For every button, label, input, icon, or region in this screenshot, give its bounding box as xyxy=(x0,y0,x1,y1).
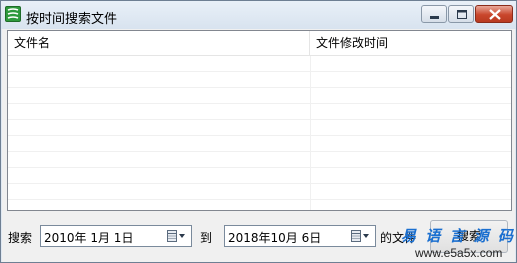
list-row xyxy=(8,136,511,152)
file-list[interactable]: 文件名 文件修改时间 xyxy=(7,30,512,211)
window-title: 按时间搜索文件 xyxy=(26,12,118,27)
list-row xyxy=(8,152,511,168)
calendar-dropdown-icon xyxy=(351,230,369,242)
column-header-filename[interactable]: 文件名 xyxy=(8,31,310,56)
column-header-modified-time[interactable]: 文件修改时间 xyxy=(310,31,511,56)
list-row xyxy=(8,56,511,72)
list-row xyxy=(8,120,511,136)
app-logo-icon xyxy=(5,6,21,22)
list-row xyxy=(8,104,511,120)
list-header: 文件名 文件修改时间 xyxy=(8,31,511,56)
minimize-icon xyxy=(430,16,439,19)
end-date-value: 2018年10月 6日 xyxy=(228,231,322,245)
end-date-dropdown-button[interactable] xyxy=(348,227,374,245)
maximize-icon xyxy=(457,10,467,19)
minimize-button[interactable] xyxy=(421,5,447,23)
list-row xyxy=(8,72,511,88)
search-label: 搜索 xyxy=(8,231,33,245)
start-date-dropdown-button[interactable] xyxy=(164,227,190,245)
close-button[interactable] xyxy=(475,5,513,23)
maximize-button[interactable] xyxy=(448,5,474,23)
close-icon xyxy=(489,9,501,20)
site-watermark: 易 语 言 源 码 网 www.e5a5x.com xyxy=(395,225,517,263)
watermark-title: 易 语 言 源 码 网 xyxy=(401,227,517,245)
list-row xyxy=(8,88,511,104)
list-body[interactable] xyxy=(8,56,511,210)
calendar-dropdown-icon xyxy=(167,230,185,242)
list-row xyxy=(8,184,511,200)
start-date-picker[interactable]: 2010年 1月 1日 xyxy=(40,225,192,247)
watermark-url: www.e5a5x.com xyxy=(415,246,503,260)
to-label: 到 xyxy=(200,231,213,245)
main-window: 按时间搜索文件 文件名 文件修改时间 搜索 2010年 1月 1日 到 2018… xyxy=(0,0,517,263)
start-date-value: 2010年 1月 1日 xyxy=(44,231,134,245)
end-date-picker[interactable]: 2018年10月 6日 xyxy=(224,225,376,247)
list-row xyxy=(8,168,511,184)
column-divider xyxy=(310,56,311,210)
title-bar[interactable]: 按时间搜索文件 xyxy=(1,1,516,29)
